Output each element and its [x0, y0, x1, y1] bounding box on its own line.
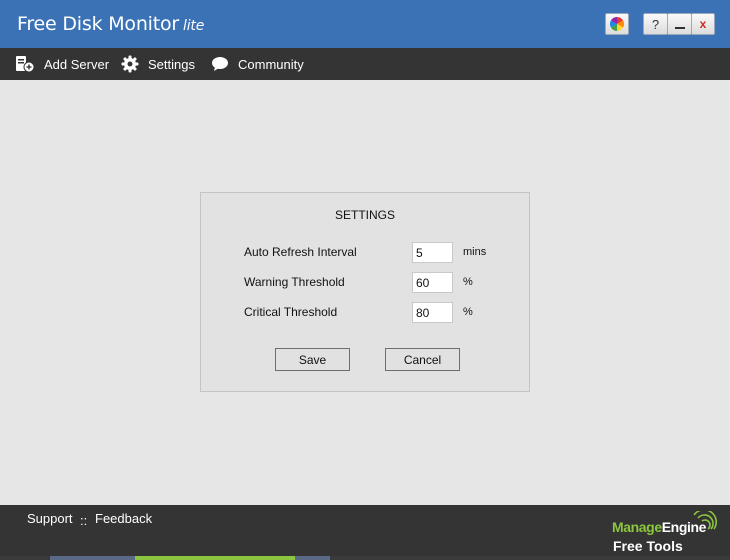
add-server-icon	[16, 56, 35, 73]
community-label: Community	[238, 56, 304, 72]
warning-threshold-input[interactable]: 60	[412, 272, 453, 293]
bottom-strip-segment	[330, 556, 730, 560]
save-button[interactable]: Save	[275, 348, 350, 371]
bottom-strip-segment	[135, 556, 295, 560]
add-server-label: Add Server	[44, 56, 110, 72]
auto-refresh-label: Auto Refresh Interval	[244, 245, 357, 259]
cancel-button[interactable]: Cancel	[385, 348, 460, 371]
close-button[interactable]: x	[691, 13, 715, 35]
footer-separator: ::	[80, 513, 88, 528]
app-title-text: Free Disk Monitor	[17, 13, 180, 35]
critical-threshold-input[interactable]: 80	[412, 302, 453, 323]
support-link[interactable]: Support	[27, 511, 73, 526]
logo-manage-text: Manage	[612, 519, 662, 535]
footer: Support :: Feedback ManageEngine Free To…	[0, 505, 730, 560]
settings-dialog: SETTINGS Auto Refresh Interval 5 mins Wa…	[200, 192, 530, 392]
save-label: Save	[298, 352, 327, 367]
app-title-suffix: lite	[183, 18, 205, 34]
logo-arc-icon	[693, 511, 717, 530]
critical-threshold-unit: %	[463, 306, 473, 318]
help-label: ?	[651, 16, 660, 32]
free-tools-label: Free Tools	[613, 538, 683, 554]
auto-refresh-input[interactable]: 5	[412, 242, 453, 263]
settings-button[interactable]: Settings	[121, 48, 195, 80]
title-bar: Free Disk Monitor lite ? x	[0, 0, 730, 48]
close-icon: x	[699, 17, 707, 31]
warning-threshold-unit: %	[463, 276, 473, 288]
bottom-strip-segment	[50, 556, 135, 560]
warning-threshold-label: Warning Threshold	[244, 275, 345, 289]
bottom-strip-segment	[295, 556, 330, 560]
toolbar: Add Server Settings Community	[0, 48, 730, 80]
auto-refresh-unit: mins	[463, 246, 487, 258]
dialog-title: SETTINGS	[334, 208, 395, 222]
critical-threshold-label: Critical Threshold	[244, 305, 338, 319]
help-button[interactable]: ?	[643, 13, 668, 35]
app-title: Free Disk Monitor lite	[17, 13, 204, 35]
minimize-icon	[674, 27, 685, 29]
community-button[interactable]: Community	[211, 48, 304, 80]
color-wheel-icon	[610, 17, 624, 31]
bottom-strip-segment	[0, 556, 50, 560]
cancel-label: Cancel	[403, 352, 442, 367]
add-server-button[interactable]: Add Server	[15, 48, 109, 80]
gear-icon	[121, 55, 139, 73]
chat-bubble-icon	[212, 57, 228, 71]
feedback-link[interactable]: Feedback	[95, 511, 152, 526]
settings-label: Settings	[148, 56, 195, 72]
minimize-button[interactable]	[667, 13, 692, 35]
theme-button[interactable]	[605, 13, 629, 35]
